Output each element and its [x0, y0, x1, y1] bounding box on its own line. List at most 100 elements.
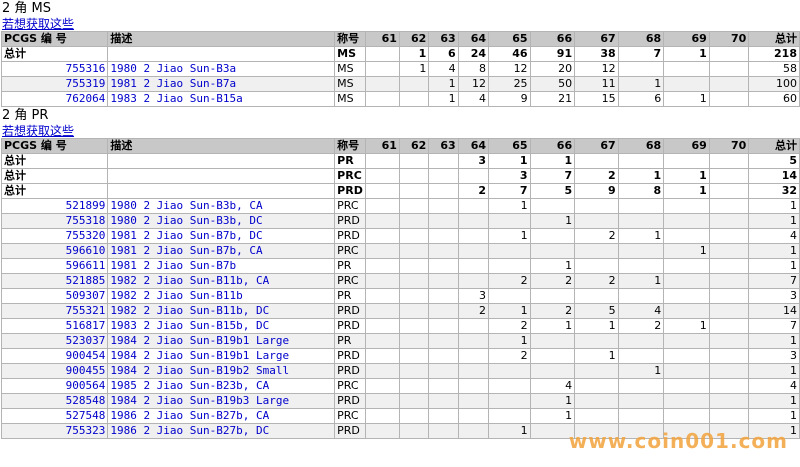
grade-count-cell: 2 — [529, 303, 576, 319]
grade-count-cell: 1 — [529, 393, 576, 409]
coin-description-link[interactable]: 1981 2 Jiao Sun-B7b — [107, 258, 336, 274]
pcgs-number-link[interactable]: 755319 — [0, 76, 109, 92]
grade-count-cell — [708, 258, 750, 274]
grade-count-cell — [529, 198, 576, 214]
designation-cell: PRD — [334, 318, 366, 334]
table-row: 755316 1980 2 Jiao Sun-B3a MS 1 4 8 12 20 12 58 — [0, 61, 800, 77]
column-header: 描述 — [107, 31, 336, 47]
grade-count-cell — [398, 76, 430, 92]
coin-description-link[interactable]: 1985 2 Jiao Sun-B23b, CA — [107, 378, 336, 394]
coin-description-link[interactable]: 1980 2 Jiao Sun-B3b, CA — [107, 198, 336, 214]
pcgs-number-link[interactable]: 509307 — [0, 288, 109, 304]
coin-description-link[interactable]: 1982 2 Jiao Sun-B11b — [107, 288, 336, 304]
column-header: 61 — [364, 31, 400, 47]
coin-description-link[interactable]: 1986 2 Jiao Sun-B27b, CA — [107, 408, 336, 424]
pcgs-number-link[interactable]: 523037 — [0, 333, 109, 349]
coin-description-link[interactable]: 1984 2 Jiao Sun-B19b3 Large — [107, 393, 336, 409]
grade-count-cell — [708, 153, 750, 169]
grade-count-cell: 1 — [663, 243, 710, 259]
pcgs-number-link[interactable]: 755321 — [0, 303, 109, 319]
grade-count-cell — [708, 168, 750, 184]
coin-description-link[interactable]: 1981 2 Jiao Sun-B7b, DC — [107, 228, 336, 244]
designation-cell: PRC — [334, 243, 366, 259]
pcgs-number-link[interactable]: 521899 — [0, 198, 109, 214]
pcgs-number-link[interactable]: 755318 — [0, 213, 109, 229]
grade-count-cell — [398, 303, 430, 319]
coin-description-link[interactable]: 1984 2 Jiao Sun-B19b1 Large — [107, 333, 336, 349]
grade-count-cell: 2 — [488, 318, 531, 334]
grade-count-cell — [663, 348, 710, 364]
grade-count-cell: 24 — [457, 46, 490, 62]
grade-count-cell — [617, 61, 665, 77]
grade-count-cell: 1 — [488, 228, 531, 244]
grade-count-cell — [617, 198, 665, 214]
pcgs-number-link[interactable]: 900455 — [0, 363, 109, 379]
column-header: PCGS 编 号 — [0, 138, 109, 154]
coin-description-link[interactable]: 1980 2 Jiao Sun-B3b, DC — [107, 213, 336, 229]
grade-count-cell — [574, 378, 619, 394]
coin-description-link[interactable]: 1981 2 Jiao Sun-B7a — [107, 76, 336, 92]
pcgs-number-link[interactable]: 596611 — [0, 258, 109, 274]
grade-count-cell: 1 — [488, 303, 531, 319]
coin-description-link[interactable]: 1982 2 Jiao Sun-B11b, DC — [107, 303, 336, 319]
grade-count-cell — [529, 243, 576, 259]
grade-count-cell — [398, 91, 430, 107]
coin-description-link[interactable]: 1983 2 Jiao Sun-B15a — [107, 91, 336, 107]
grade-count-cell — [457, 318, 490, 334]
grade-count-cell: 3 — [457, 288, 490, 304]
row-total-cell: 5 — [748, 153, 800, 169]
pcgs-number-link[interactable]: 755316 — [0, 61, 109, 77]
grade-count-cell — [708, 46, 750, 62]
designation-cell: PRC — [334, 198, 366, 214]
coin-description-link[interactable]: 1981 2 Jiao Sun-B7b, CA — [107, 243, 336, 259]
grade-count-cell — [364, 168, 400, 184]
row-total-cell: 3 — [748, 348, 800, 364]
pcgs-number-link[interactable]: 762064 — [0, 91, 109, 107]
designation-cell: MS — [334, 76, 366, 92]
grade-count-cell: 7 — [617, 46, 665, 62]
coin-description-link[interactable]: 1982 2 Jiao Sun-B11b, CA — [107, 273, 336, 289]
total-label: 总计 — [0, 153, 109, 169]
row-total-cell: 7 — [748, 318, 800, 334]
coin-description-link[interactable]: 1986 2 Jiao Sun-B27b, DC — [107, 423, 336, 439]
coin-description-link[interactable]: 1983 2 Jiao Sun-B15b, DC — [107, 318, 336, 334]
coin-description-link[interactable]: 1984 2 Jiao Sun-B19b2 Small — [107, 363, 336, 379]
pcgs-number-link[interactable]: 596610 — [0, 243, 109, 259]
total-label: 总计 — [0, 183, 109, 199]
grade-count-cell: 1 — [428, 76, 459, 92]
grade-count-cell: 5 — [574, 303, 619, 319]
grade-count-cell — [428, 273, 459, 289]
pcgs-number-link[interactable]: 755323 — [0, 423, 109, 439]
total-row: 总计 MS 1 6 24 46 91 38 7 1 218 — [0, 46, 800, 62]
grade-count-cell: 4 — [529, 378, 576, 394]
table-header-row: PCGS 编 号描述 称号 61 62 63 64 65 66 67 68 69 70 总计 — [0, 138, 800, 154]
grade-count-cell — [457, 213, 490, 229]
get-these-link[interactable]: 若想获取这些 — [0, 124, 800, 138]
pcgs-number-link[interactable]: 528548 — [0, 393, 109, 409]
coin-description-link[interactable]: 1980 2 Jiao Sun-B3a — [107, 61, 336, 77]
pcgs-number-link[interactable]: 755320 — [0, 228, 109, 244]
grade-count-cell — [663, 198, 710, 214]
column-header: 67 — [574, 31, 619, 47]
column-header: 称号 — [334, 138, 366, 154]
get-these-link[interactable]: 若想获取这些 — [0, 17, 800, 31]
grade-count-cell — [708, 303, 750, 319]
column-header: 70 — [708, 138, 750, 154]
row-total-cell: 100 — [748, 76, 800, 92]
grade-count-cell — [364, 76, 400, 92]
grade-count-cell — [457, 198, 490, 214]
pcgs-number-link[interactable]: 521885 — [0, 273, 109, 289]
grade-count-cell — [708, 183, 750, 199]
price-report: 2 角 MS 若想获取这些 PCGS 编 号描述 称号 61 62 63 64 65 66 67 68… — [0, 0, 800, 439]
grade-count-cell — [574, 198, 619, 214]
pcgs-number-link[interactable]: 900564 — [0, 378, 109, 394]
grade-count-cell — [428, 408, 459, 424]
column-header: 70 — [708, 31, 750, 47]
coin-description-link[interactable]: 1984 2 Jiao Sun-B19b1 Large — [107, 348, 336, 364]
grade-count-cell: 6 — [617, 91, 665, 107]
pcgs-number-link[interactable]: 516817 — [0, 318, 109, 334]
pcgs-number-link[interactable]: 900454 — [0, 348, 109, 364]
column-header: 总计 — [748, 31, 800, 47]
grade-count-cell: 38 — [574, 46, 619, 62]
pcgs-number-link[interactable]: 527548 — [0, 408, 109, 424]
